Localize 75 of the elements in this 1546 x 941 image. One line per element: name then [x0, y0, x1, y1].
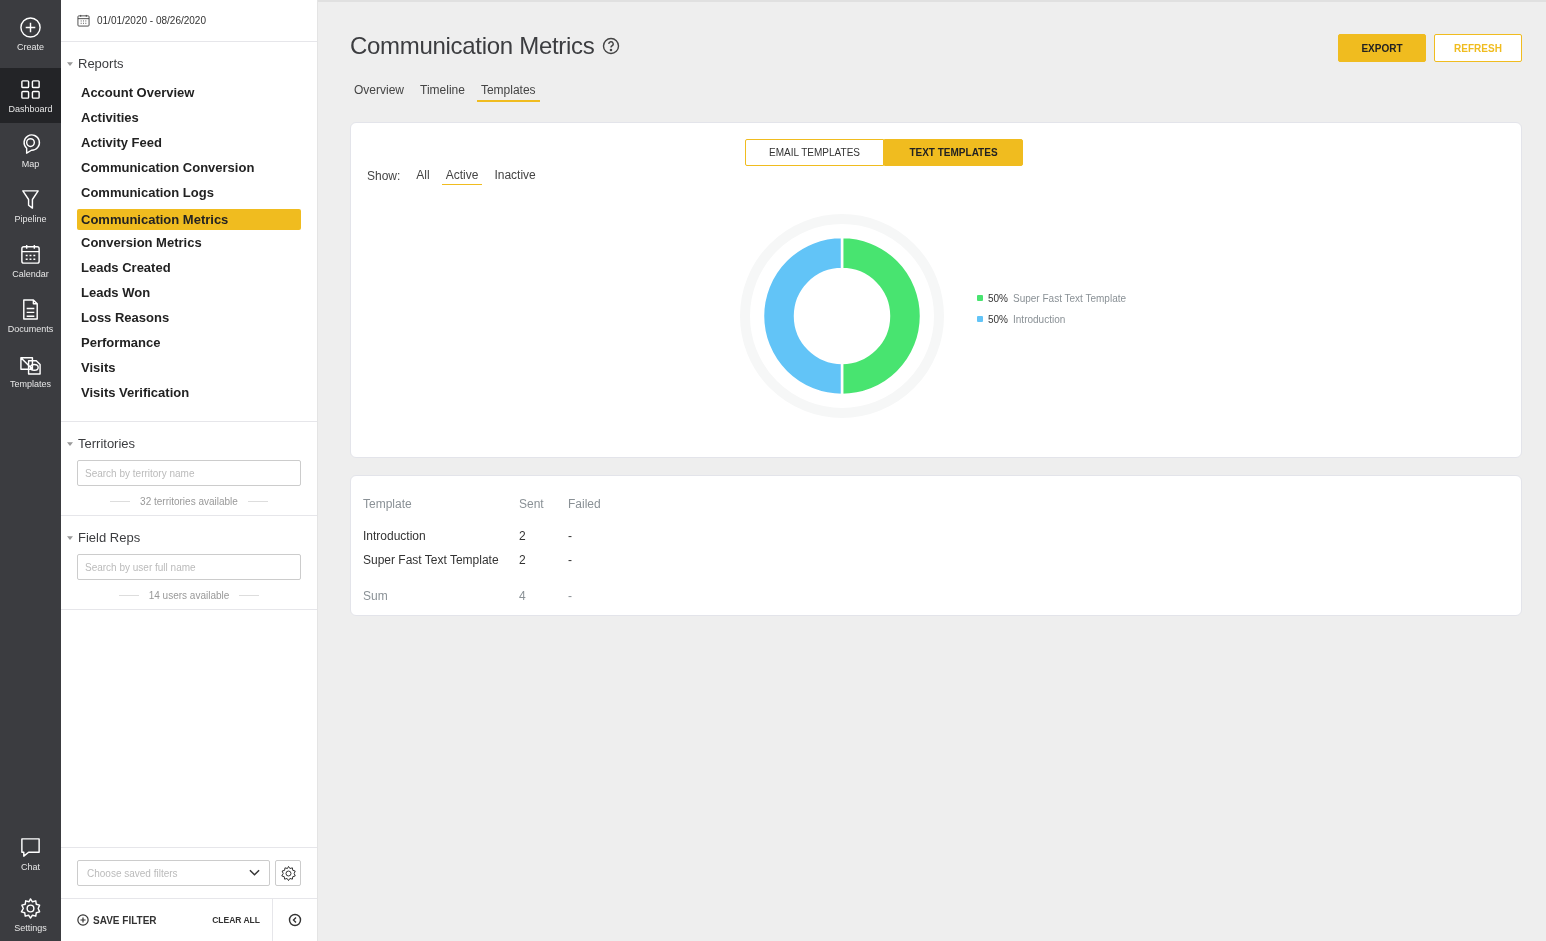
- legend-percent: 50%: [988, 292, 1008, 304]
- settings-icon: [19, 896, 42, 920]
- plus-circle-icon: [19, 16, 42, 39]
- nav-item[interactable]: Chat: [0, 820, 61, 888]
- report-item[interactable]: Conversion Metrics: [77, 232, 301, 257]
- report-item[interactable]: Visits Verification: [77, 382, 301, 407]
- report-item[interactable]: Communication Metrics: [77, 209, 301, 230]
- segment-tab[interactable]: TEXT TEMPLATES: [884, 139, 1023, 166]
- section-title: Field Reps: [78, 530, 141, 545]
- available-count: 14 users available: [148, 590, 230, 601]
- status-filter[interactable]: Inactive: [490, 166, 540, 185]
- nav-item[interactable]: Templates: [0, 343, 61, 398]
- nav-item[interactable]: Pipeline: [0, 178, 61, 233]
- save-filter-button[interactable]: SAVE FILTER: [77, 914, 157, 926]
- calendar-icon: [19, 242, 42, 266]
- page-title: Communication Metrics: [350, 32, 595, 60]
- table-cell-text: 2: [519, 529, 527, 543]
- grid-icon: [19, 77, 42, 101]
- caret-icon[interactable]: [67, 535, 73, 540]
- available-count: 32 territories available: [140, 496, 238, 507]
- report-item[interactable]: Communication Logs: [77, 182, 301, 207]
- clear-all-button[interactable]: CLEAR ALL: [212, 915, 260, 925]
- report-item[interactable]: Activities: [77, 107, 301, 132]
- section-title: Territories: [78, 436, 136, 451]
- settings-button[interactable]: [275, 860, 301, 886]
- tab[interactable]: Templates: [476, 80, 540, 102]
- caret-icon[interactable]: [67, 61, 73, 66]
- show-label: Show:: [367, 168, 401, 183]
- table-cell-text: 2: [519, 553, 527, 567]
- nav-item[interactable]: Map: [0, 123, 61, 178]
- report-item[interactable]: Activity Feed: [77, 132, 301, 157]
- nav-item[interactable]: Documents: [0, 288, 61, 343]
- nav-item[interactable]: Settings: [0, 888, 61, 941]
- report-item[interactable]: Loss Reasons: [77, 307, 301, 332]
- tab[interactable]: Overview: [350, 80, 408, 102]
- search-field[interactable]: Search by user full name: [77, 554, 301, 580]
- collapse-icon[interactable]: [288, 913, 302, 927]
- report-item[interactable]: Account Overview: [77, 82, 301, 107]
- table-cell-text: Super Fast Text Template: [363, 553, 500, 567]
- report-item[interactable]: Performance: [77, 332, 301, 357]
- caret-icon[interactable]: [67, 441, 73, 446]
- nav-item[interactable]: Create: [0, 0, 61, 68]
- status-filter[interactable]: Active: [441, 166, 483, 185]
- chevron-icon: [249, 869, 260, 877]
- column-header: Sent: [519, 497, 545, 511]
- report-item[interactable]: Leads Created: [77, 257, 301, 282]
- column-header: Failed: [568, 497, 601, 511]
- date-range[interactable]: 01/01/2020 - 08/26/2020: [97, 15, 206, 26]
- table-cell: -: [568, 529, 572, 543]
- report-item[interactable]: Visits: [77, 357, 301, 382]
- tab[interactable]: Timeline: [416, 80, 469, 102]
- export-button[interactable]: EXPORT: [1338, 34, 1426, 62]
- sum-cell: -: [568, 589, 572, 603]
- settings-icon: [279, 864, 297, 882]
- legend-percent: 50%: [988, 313, 1008, 325]
- table-cell: -: [568, 553, 572, 567]
- status-filter[interactable]: All: [412, 166, 434, 185]
- report-item[interactable]: Communication Conversion: [77, 157, 301, 182]
- legend-label: Super Fast Text Template: [1013, 292, 1127, 304]
- table-cell-text: Introduction: [363, 529, 427, 543]
- section-title: Reports: [78, 56, 124, 71]
- funnel-icon: [19, 187, 42, 211]
- report-item[interactable]: Leads Won: [77, 282, 301, 307]
- calendar-icon: [77, 14, 90, 27]
- legend-label: Introduction: [1013, 313, 1066, 325]
- nav-item[interactable]: Calendar: [0, 233, 61, 288]
- search-field[interactable]: Search by territory name: [77, 460, 301, 486]
- plus-circle-icon: [77, 914, 89, 926]
- sum-cell-text: Sum: [363, 589, 389, 603]
- help-icon[interactable]: [602, 37, 621, 55]
- segment-tab[interactable]: EMAIL TEMPLATES: [745, 139, 884, 166]
- chat-icon: [19, 836, 42, 859]
- column-header: Template: [363, 497, 413, 511]
- sum-cell-text: 4: [519, 589, 527, 603]
- nav-item[interactable]: Dashboard: [0, 68, 61, 123]
